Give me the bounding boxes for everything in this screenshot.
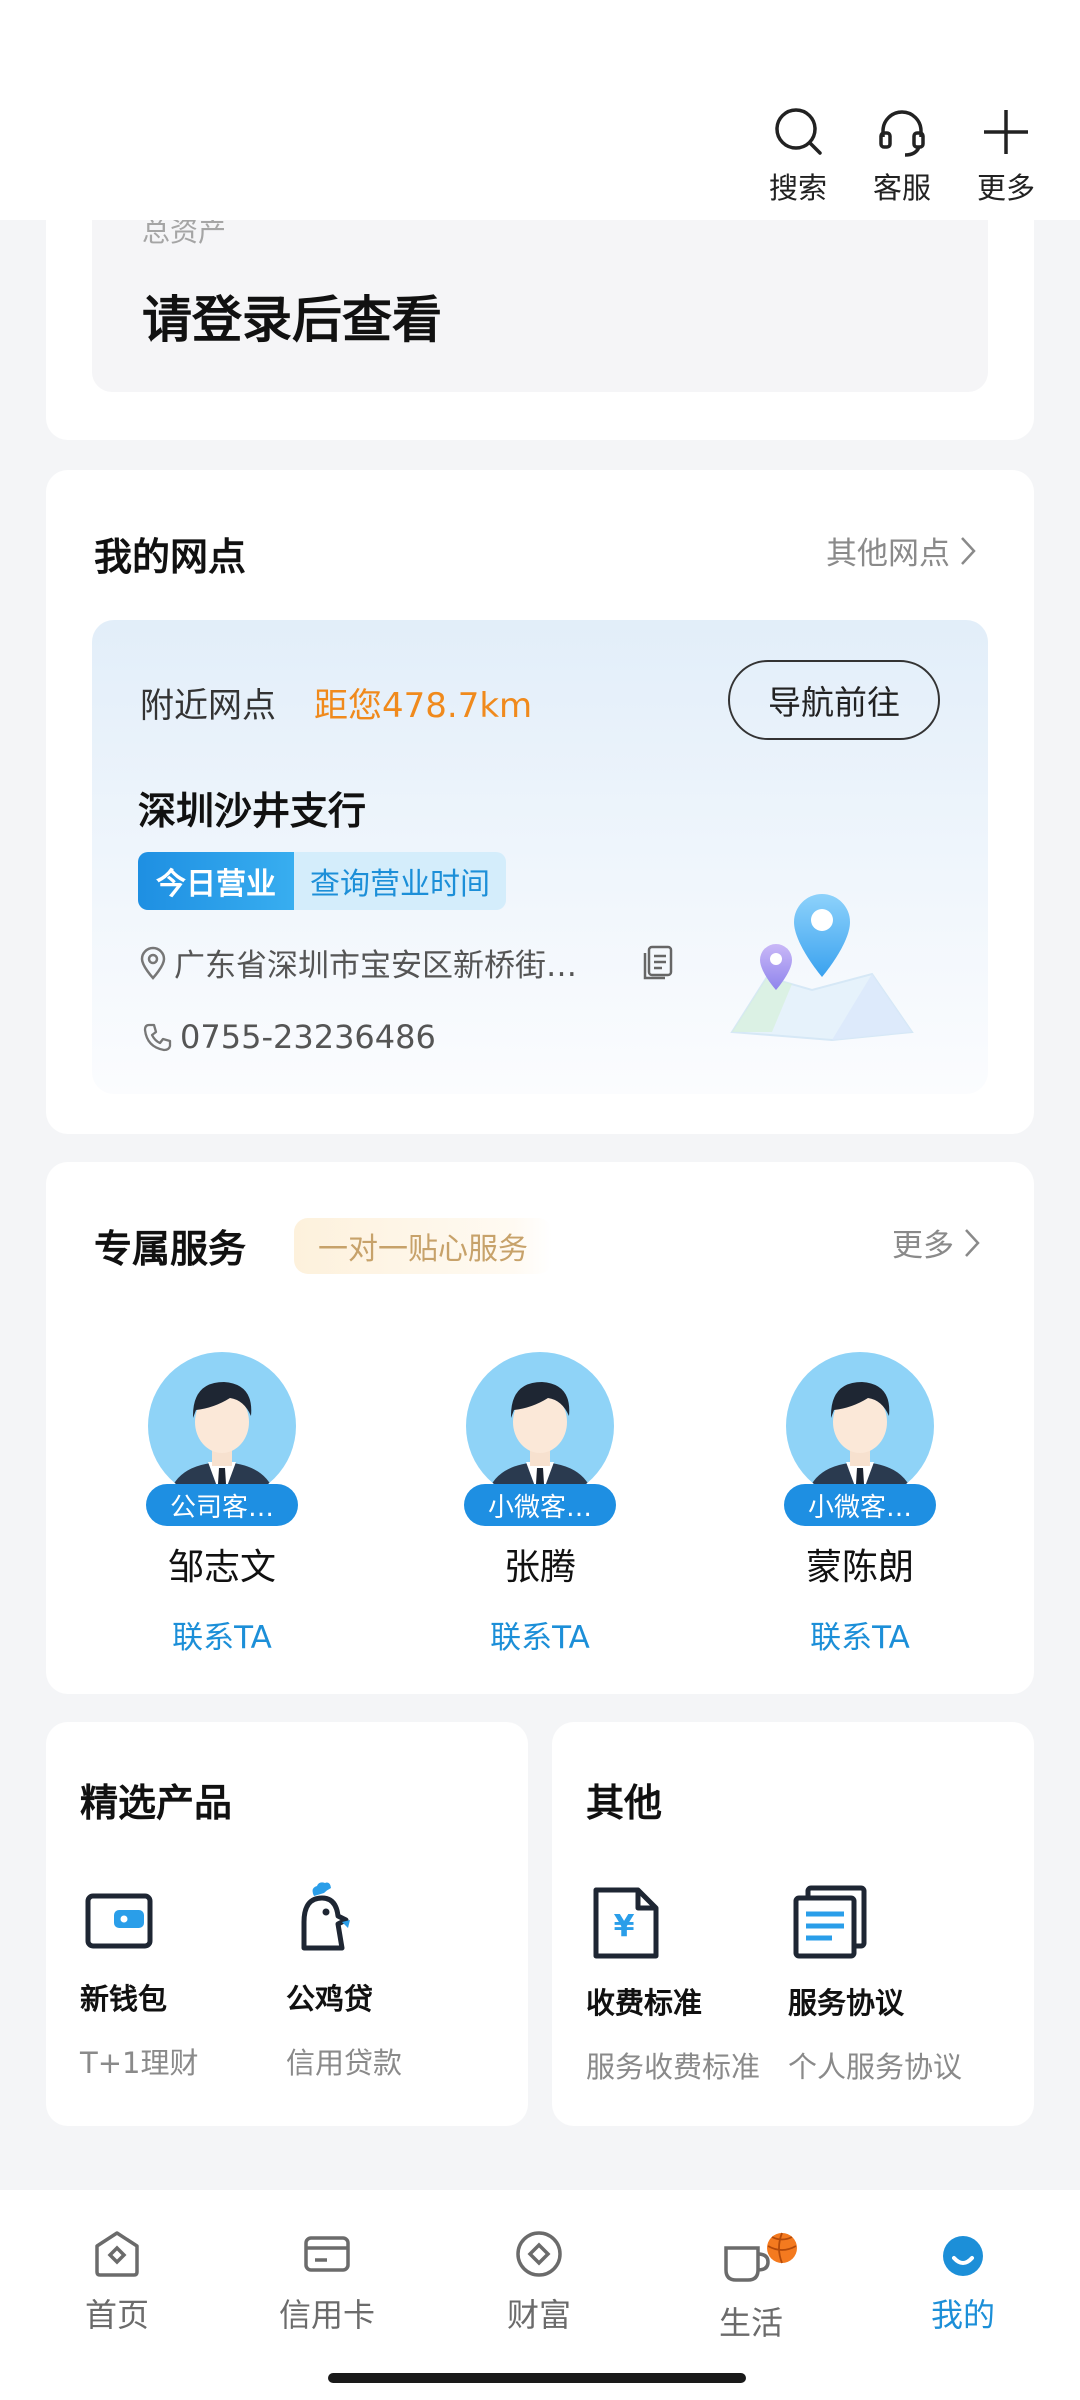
other-item-subtitle: 服务收费标准 xyxy=(586,2050,761,2084)
person-avatar-icon xyxy=(806,1382,914,1500)
more-label: 更多 xyxy=(976,171,1035,205)
wealth-icon xyxy=(516,2231,562,2277)
agreement-icon xyxy=(793,1885,867,1959)
other-item-title: 收费标准 xyxy=(586,1986,703,2020)
advisor-card[interactable]: 小微客… 张腾 联系TA xyxy=(420,1352,660,1657)
chevron-right-icon xyxy=(965,1228,980,1257)
service-section-title: 专属服务 xyxy=(94,1227,247,1271)
branch-address-row: 广东省深圳市宝安区新桥街… xyxy=(138,940,674,985)
chevron-right-icon xyxy=(961,536,976,565)
tab-wealth[interactable]: 财富 xyxy=(464,2228,614,2336)
others-section-title: 其他 xyxy=(586,1781,663,1825)
coffee-icon xyxy=(724,2232,797,2282)
other-branches-label: 其他网点 xyxy=(826,536,950,572)
tab-mine[interactable]: 我的 xyxy=(888,2228,1038,2336)
branch-name: 深圳沙井支行 xyxy=(138,789,367,833)
map-location-illustration xyxy=(730,894,914,1042)
copy-icon[interactable] xyxy=(640,944,674,982)
other-branches-link[interactable]: 其他网点 xyxy=(826,528,978,573)
branch-section-title: 我的网点 xyxy=(94,535,247,579)
advisor-role-badge: 公司客… xyxy=(146,1484,298,1526)
total-assets-card: 总资产 请登录后查看 xyxy=(46,190,1034,440)
advisor-card[interactable]: 公司客… 邹志文 联系TA xyxy=(102,1352,342,1657)
advisor-avatar: 小微客… xyxy=(784,1352,936,1528)
other-item-fee-standard[interactable]: ¥ 收费标准 服务收费标准 xyxy=(586,1882,786,2086)
svg-text:¥: ¥ xyxy=(614,1909,635,1944)
branch-phone-row[interactable]: 0755-23236486 xyxy=(142,1018,436,1056)
open-today-tag: 今日营业 xyxy=(138,852,294,910)
other-item-subtitle: 个人服务协议 xyxy=(788,2050,963,2084)
tab-label: 首页 xyxy=(84,2296,149,2334)
branch-phone: 0755-23236486 xyxy=(180,1018,436,1056)
advisor-name: 蒙陈朗 xyxy=(805,1547,914,1588)
more-advisors-link[interactable]: 更多 xyxy=(892,1220,982,1265)
phone-icon xyxy=(143,1023,172,1052)
credit-card-icon xyxy=(304,2236,350,2272)
other-item-title: 服务协议 xyxy=(788,1986,905,2020)
search-icon xyxy=(775,108,822,155)
business-hours-tags: 今日营业 查询营业时间 xyxy=(138,852,506,910)
fee-document-icon: ¥ xyxy=(593,1887,659,1959)
advisor-avatar: 小微客… xyxy=(464,1352,616,1528)
product-item-rooster-loan[interactable]: 公鸡贷 信用贷款 xyxy=(286,1882,486,2082)
advisor-card[interactable]: 小微客… 蒙陈朗 联系TA xyxy=(740,1352,980,1657)
products-section-title: 精选产品 xyxy=(80,1781,233,1825)
plus-icon xyxy=(984,110,1028,154)
more-button[interactable]: 更多 xyxy=(956,105,1056,215)
product-title: 公鸡贷 xyxy=(286,1982,374,2016)
product-subtitle: 信用贷款 xyxy=(286,2046,403,2080)
home-icon xyxy=(95,2231,139,2277)
bottom-tab-bar: 首页 信用卡 财富 生活 我的 xyxy=(0,2190,1080,2400)
login-prompt[interactable]: 请登录后查看 xyxy=(142,280,442,352)
advisor-name: 邹志文 xyxy=(167,1547,276,1588)
advisor-avatar: 公司客… xyxy=(146,1352,298,1528)
other-item-service-agreement[interactable]: 服务协议 个人服务协议 xyxy=(788,1882,988,2086)
exclusive-service-card: 专属服务 一对一贴心服务 更多 公司客… 邹志文 联系TA 小微客… 张腾 联系… xyxy=(46,1162,1034,1694)
featured-products-card: 精选产品 新钱包 T+1理财 公鸡贷 信用贷款 xyxy=(46,1722,528,2126)
contact-advisor-link[interactable]: 联系TA xyxy=(490,1612,590,1657)
headset-icon xyxy=(879,110,925,157)
branch-distance: 距您478.7km xyxy=(314,686,533,726)
customer-service-button[interactable]: 客服 xyxy=(852,105,952,215)
nearby-branch-label: 附近网点 xyxy=(140,686,276,726)
tab-home[interactable]: 首页 xyxy=(42,2228,192,2336)
top-header: 搜索 客服 更多 xyxy=(0,0,1080,220)
contact-advisor-link[interactable]: 联系TA xyxy=(810,1612,910,1657)
person-avatar-icon xyxy=(168,1382,276,1500)
query-hours-link[interactable]: 查询营业时间 xyxy=(294,852,506,910)
more-advisors-label: 更多 xyxy=(892,1228,954,1264)
product-title: 新钱包 xyxy=(80,1982,168,2016)
tab-label: 财富 xyxy=(506,2296,571,2334)
tab-credit-card[interactable]: 信用卡 xyxy=(252,2228,402,2336)
tab-life[interactable]: 生活 xyxy=(676,2228,826,2344)
product-subtitle: T+1理财 xyxy=(80,2046,199,2080)
service-slogan-badge: 一对一贴心服务 xyxy=(294,1218,552,1274)
person-avatar-icon xyxy=(486,1382,594,1500)
branch-info-panel: 附近网点 距您478.7km 导航前往 深圳沙井支行 今日营业 查询营业时间 广… xyxy=(92,620,988,1094)
tab-label: 生活 xyxy=(718,2304,783,2342)
search-label: 搜索 xyxy=(768,171,827,205)
branch-address: 广东省深圳市宝安区新桥街… xyxy=(174,948,577,984)
navigate-button[interactable]: 导航前往 xyxy=(728,660,940,740)
wallet-icon xyxy=(85,1893,153,1949)
location-pin-icon xyxy=(140,946,166,980)
advisor-name: 张腾 xyxy=(503,1547,576,1588)
my-branch-card: 我的网点 其他网点 附近网点 距您478.7km 导航前往 深圳沙井支行 今日营… xyxy=(46,470,1034,1134)
others-card: 其他 ¥ 收费标准 服务收费标准 服务协议 个人服务协议 xyxy=(552,1722,1034,2126)
contact-advisor-link[interactable]: 联系TA xyxy=(172,1612,272,1657)
total-assets-panel[interactable]: 总资产 请登录后查看 xyxy=(92,190,988,392)
tab-label: 我的 xyxy=(930,2296,995,2334)
profile-icon xyxy=(943,2236,983,2276)
customer-service-label: 客服 xyxy=(872,171,931,205)
product-item-wallet[interactable]: 新钱包 T+1理财 xyxy=(80,1882,280,2082)
advisor-role-badge: 小微客… xyxy=(784,1484,936,1526)
rooster-icon xyxy=(301,1882,350,1951)
home-indicator[interactable] xyxy=(328,2373,746,2383)
search-button[interactable]: 搜索 xyxy=(748,105,848,215)
advisor-role-badge: 小微客… xyxy=(464,1484,616,1526)
tab-label: 信用卡 xyxy=(278,2296,375,2334)
